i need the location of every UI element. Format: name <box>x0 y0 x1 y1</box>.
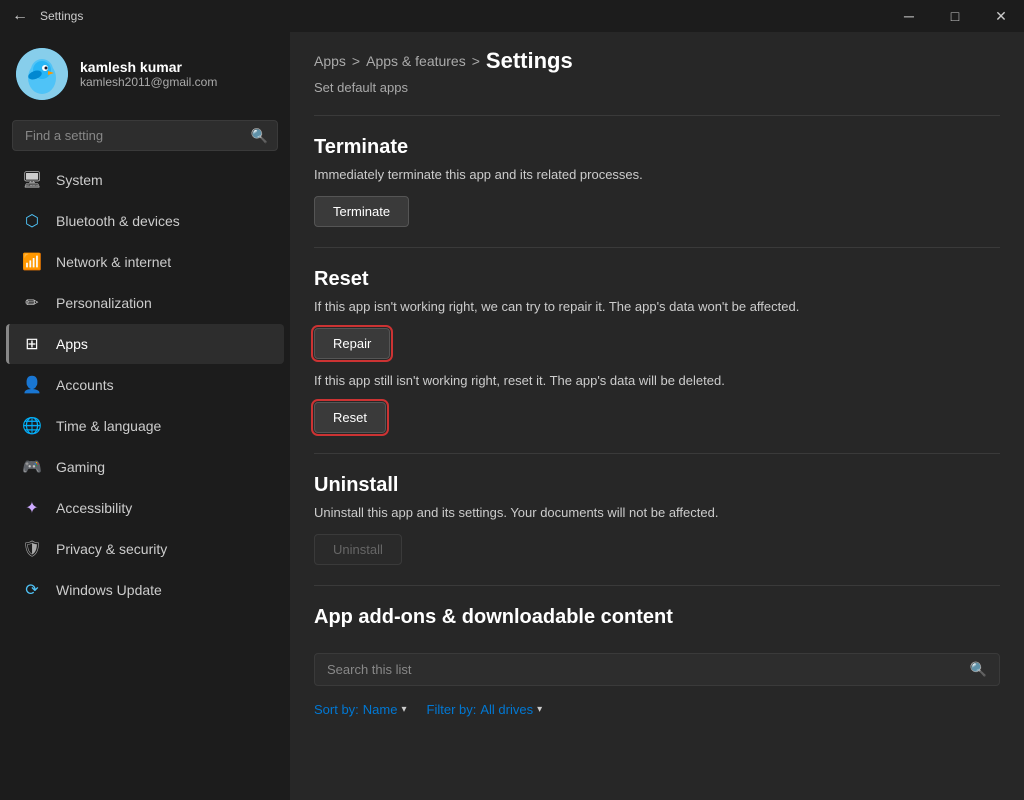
back-icon[interactable]: ← <box>12 7 28 25</box>
main-layout: kamlesh kumar kamlesh2011@gmail.com 🔍 🖥 … <box>0 32 1024 800</box>
sidebar-item-time[interactable]: 🌐 Time & language <box>6 406 284 446</box>
terminate-title: Terminate <box>314 136 1000 159</box>
titlebar-title: Settings <box>40 9 83 23</box>
user-info: kamlesh kumar kamlesh2011@gmail.com <box>80 59 217 89</box>
accounts-icon: 👤 <box>22 375 42 395</box>
set-default-text: Set default apps <box>290 78 1024 111</box>
sidebar-item-label-apps: Apps <box>56 336 88 352</box>
sidebar-item-accounts[interactable]: 👤 Accounts <box>6 365 284 405</box>
sidebar-item-label-network: Network & internet <box>56 254 171 270</box>
sidebar-item-accessibility[interactable]: ✦ Accessibility <box>6 488 284 528</box>
wifi-icon: 📶 <box>22 252 42 272</box>
sidebar: kamlesh kumar kamlesh2011@gmail.com 🔍 🖥 … <box>0 32 290 800</box>
sidebar-item-privacy[interactable]: 🛡 Privacy & security <box>6 529 284 569</box>
filter-value: All drives <box>480 702 533 717</box>
sidebar-item-gaming[interactable]: 🎮 Gaming <box>6 447 284 487</box>
breadcrumb-apps[interactable]: Apps <box>314 53 346 69</box>
terminate-description: Immediately terminate this app and its r… <box>314 167 1000 182</box>
reset-button[interactable]: Reset <box>314 402 386 433</box>
divider-top <box>314 115 1000 116</box>
user-email: kamlesh2011@gmail.com <box>80 75 217 89</box>
terminate-section: Terminate Immediately terminate this app… <box>290 120 1024 243</box>
gaming-icon: 🎮 <box>22 457 42 477</box>
system-icon: 🖥 <box>22 170 42 190</box>
sidebar-item-system[interactable]: 🖥 System <box>6 160 284 200</box>
sidebar-nav: 🖥 System ⬡ Bluetooth & devices 📶 Network… <box>0 159 290 611</box>
search-list-icon: 🔍 <box>970 661 987 678</box>
sidebar-item-apps[interactable]: ⊞ Apps <box>6 324 284 364</box>
minimize-button[interactable]: ─ <box>886 0 932 32</box>
addons-section: App add-ons & downloadable content <box>290 590 1024 653</box>
sidebar-item-label-time: Time & language <box>56 418 161 434</box>
search-input[interactable] <box>12 120 278 151</box>
accessibility-icon: ✦ <box>22 498 42 518</box>
sidebar-item-label-accounts: Accounts <box>56 377 114 393</box>
reset-description2: If this app still isn't working right, r… <box>314 373 1000 388</box>
filter-chevron-icon: ▾ <box>537 704 542 715</box>
sidebar-item-label-accessibility: Accessibility <box>56 500 132 516</box>
privacy-icon: 🛡 <box>22 539 42 559</box>
addons-title: App add-ons & downloadable content <box>314 606 1000 629</box>
apps-icon: ⊞ <box>22 334 42 354</box>
sort-value: Name <box>363 702 398 717</box>
personalization-icon: ✏ <box>22 293 42 313</box>
search-list-container: 🔍 <box>290 653 1024 694</box>
divider-2 <box>314 453 1000 454</box>
user-name: kamlesh kumar <box>80 59 217 75</box>
titlebar-left: ← Settings <box>12 7 83 25</box>
sort-label: Sort by: <box>314 702 359 717</box>
update-icon: ⟳ <box>22 580 42 600</box>
sidebar-item-personalization[interactable]: ✏ Personalization <box>6 283 284 323</box>
sort-by[interactable]: Sort by: Name ▾ <box>314 702 407 717</box>
content-area: Apps > Apps & features > Settings Set de… <box>290 32 1024 800</box>
reset-section: Reset If this app isn't working right, w… <box>290 252 1024 449</box>
sidebar-item-label-system: System <box>56 172 103 188</box>
breadcrumb-sep2: > <box>472 53 480 69</box>
sidebar-item-update[interactable]: ⟳ Windows Update <box>6 570 284 610</box>
uninstall-description: Uninstall this app and its settings. You… <box>314 505 1000 520</box>
sidebar-item-label-gaming: Gaming <box>56 459 105 475</box>
titlebar: ← Settings ─ □ ✕ <box>0 0 1024 32</box>
terminate-button[interactable]: Terminate <box>314 196 409 227</box>
breadcrumb-sep1: > <box>352 53 360 69</box>
sort-filter-row: Sort by: Name ▾ Filter by: All drives ▾ <box>290 694 1024 733</box>
repair-button[interactable]: Repair <box>314 328 390 359</box>
avatar <box>16 48 68 100</box>
breadcrumb-apps-features[interactable]: Apps & features <box>366 53 466 69</box>
titlebar-controls: ─ □ ✕ <box>886 0 1024 32</box>
sidebar-item-label-bluetooth: Bluetooth & devices <box>56 213 180 229</box>
sort-chevron-icon: ▾ <box>401 704 406 715</box>
sidebar-item-label-privacy: Privacy & security <box>56 541 167 557</box>
sidebar-item-bluetooth[interactable]: ⬡ Bluetooth & devices <box>6 201 284 241</box>
sidebar-item-network[interactable]: 📶 Network & internet <box>6 242 284 282</box>
sidebar-search[interactable]: 🔍 <box>12 120 278 151</box>
user-profile[interactable]: kamlesh kumar kamlesh2011@gmail.com <box>0 32 290 116</box>
reset-title: Reset <box>314 268 1000 291</box>
filter-label: Filter by: <box>427 702 477 717</box>
uninstall-title: Uninstall <box>314 474 1000 497</box>
breadcrumb-settings: Settings <box>486 48 573 74</box>
reset-description1: If this app isn't working right, we can … <box>314 299 1000 314</box>
filter-by[interactable]: Filter by: All drives ▾ <box>427 702 543 717</box>
maximize-button[interactable]: □ <box>932 0 978 32</box>
breadcrumb: Apps > Apps & features > Settings <box>290 32 1024 78</box>
close-button[interactable]: ✕ <box>978 0 1024 32</box>
sidebar-item-label-personalization: Personalization <box>56 295 152 311</box>
time-icon: 🌐 <box>22 416 42 436</box>
uninstall-button[interactable]: Uninstall <box>314 534 402 565</box>
divider-1 <box>314 247 1000 248</box>
bluetooth-icon: ⬡ <box>22 211 42 231</box>
uninstall-section: Uninstall Uninstall this app and its set… <box>290 458 1024 581</box>
divider-3 <box>314 585 1000 586</box>
sidebar-item-label-update: Windows Update <box>56 582 162 598</box>
search-list-input[interactable] <box>327 662 962 677</box>
search-list-box: 🔍 <box>314 653 1000 686</box>
